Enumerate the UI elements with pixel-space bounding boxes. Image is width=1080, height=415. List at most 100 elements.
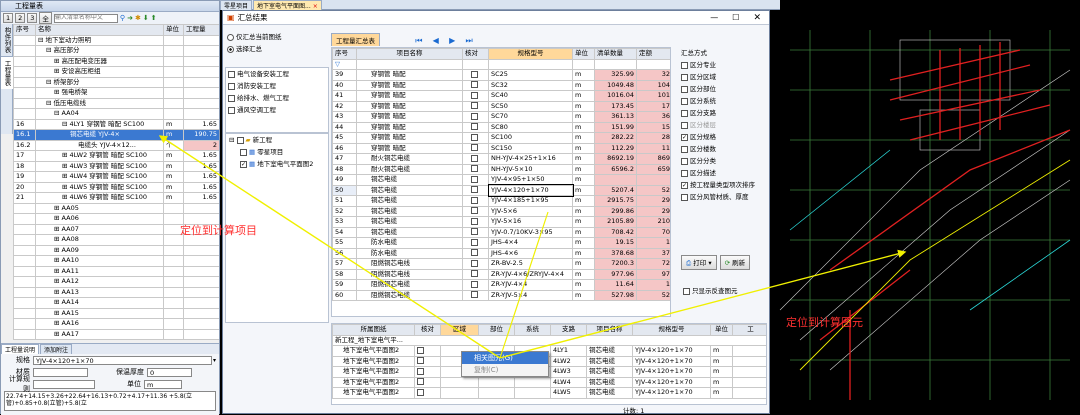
- tab-summary-table[interactable]: 工程量汇总表: [331, 33, 380, 46]
- checkbox[interactable]: [471, 144, 478, 152]
- table-row[interactable]: 40 穿钢管 暗配 SC32 m 1049.48 104: [332, 79, 670, 91]
- checkbox[interactable]: [471, 165, 478, 173]
- table-row[interactable]: ⊞ 强电桥架: [13, 87, 219, 99]
- table-row[interactable]: 57 阻燃铜芯电线 ZR-BV-2.5 m 7200.3 72: [332, 258, 670, 270]
- cell-check[interactable]: [462, 184, 489, 196]
- table-row[interactable]: ⊞ AA14: [13, 297, 219, 309]
- thickness-field[interactable]: 0: [147, 367, 192, 377]
- checkbox[interactable]: [240, 160, 247, 168]
- level-all-button[interactable]: 全: [39, 12, 52, 24]
- checkbox[interactable]: [681, 121, 688, 129]
- cell-check[interactable]: [462, 195, 489, 207]
- table-row[interactable]: ⊞ AA15: [13, 307, 219, 319]
- checkbox[interactable]: [417, 378, 424, 386]
- settings-icon[interactable]: ✱: [135, 14, 141, 22]
- checkbox[interactable]: [471, 112, 478, 120]
- detail-row[interactable]: 地下室电气平面图2 4LW3 铜芯电缆 YJV-4×120+1×70 m: [332, 366, 766, 378]
- checkbox[interactable]: [417, 346, 424, 354]
- detail-cell-check[interactable]: [414, 345, 441, 357]
- cell-check[interactable]: [462, 100, 489, 112]
- checkbox[interactable]: [471, 102, 478, 110]
- menu-item-related-elements[interactable]: 相关图元(G): [462, 352, 548, 364]
- checkbox[interactable]: [471, 186, 478, 194]
- table-row[interactable]: 45 穿钢管 暗配 SC100 m 282.22 28: [332, 132, 670, 144]
- checkbox[interactable]: [681, 193, 688, 201]
- table-row[interactable]: ⊞ AA12: [13, 276, 219, 288]
- level-2-button[interactable]: 2: [15, 13, 26, 23]
- table-row[interactable]: 20 ⊞ 4LW5 穿钢管 暗配 SC100 m 1.65: [13, 181, 219, 193]
- cell-check[interactable]: [462, 163, 489, 175]
- option-item[interactable]: 区分楼数: [681, 143, 767, 155]
- tree-root[interactable]: ⊟ ▰ 新工程: [226, 134, 328, 146]
- cell-check[interactable]: [462, 247, 489, 259]
- checkbox[interactable]: [681, 145, 688, 153]
- checkbox[interactable]: [471, 91, 478, 99]
- checkbox[interactable]: [471, 154, 478, 162]
- table-row[interactable]: ⊞ AA09: [13, 244, 219, 256]
- option-item[interactable]: 区分支路: [681, 107, 767, 119]
- checkbox[interactable]: [683, 287, 690, 295]
- option-item[interactable]: 区分部位: [681, 83, 767, 95]
- cell-check[interactable]: [462, 258, 489, 270]
- radio-selected[interactable]: 选择汇总: [227, 43, 327, 55]
- option-item[interactable]: 按工程量类型项次排序: [681, 179, 767, 191]
- table-row[interactable]: 58 阻燃铜芯电线 ZR-YJV-4×6/ZRYJV-4×4 m 977.96 97: [332, 268, 670, 280]
- tab-doc-0[interactable]: 零星项目: [220, 0, 253, 10]
- nav-prev-icon[interactable]: ◀: [433, 36, 439, 45]
- checkbox[interactable]: [681, 97, 688, 105]
- table-row[interactable]: 52 铜芯电缆 YJV-5×6 m 299.86 29: [332, 205, 670, 217]
- checkbox[interactable]: [681, 169, 688, 177]
- side-tab-quantity[interactable]: 工程量表: [1, 57, 13, 89]
- cell-check[interactable]: [462, 142, 489, 154]
- table-row[interactable]: ⊟ AA04: [13, 108, 219, 120]
- maximize-icon[interactable]: ☐: [732, 13, 739, 22]
- table-row[interactable]: 47 耐火铜芯电缆 NH-YJV-4×25+1×16 m 8692.19 869: [332, 153, 670, 165]
- detail-root-row[interactable]: 新工程_地下室电气平...: [332, 334, 766, 346]
- table-row[interactable]: ⊞ AA05: [13, 202, 219, 214]
- table-row[interactable]: 17 ⊞ 4LW2 穿钢管 暗配 SC100 m 1.65: [13, 150, 219, 162]
- cell-check[interactable]: [462, 268, 489, 280]
- table-row[interactable]: 41 穿钢管 暗配 SC40 m 1016.04 101: [332, 90, 670, 102]
- checkbox[interactable]: [681, 109, 688, 117]
- table-row[interactable]: 39 穿钢管 暗配 SC25 m 325.99 32: [332, 69, 670, 81]
- checkbox[interactable]: [471, 217, 478, 225]
- checkbox[interactable]: [681, 73, 688, 81]
- table-row[interactable]: 50 铜芯电缆 YJV-4×120+1×70 m 5207.4 52: [332, 184, 670, 197]
- checkbox[interactable]: [417, 367, 424, 375]
- menu-item-copy[interactable]: 复制(C): [462, 364, 548, 376]
- formula-textarea[interactable]: 22.74+14.15+3.26+22.64+16.13+0.72+4.17+1…: [4, 391, 216, 411]
- checkbox[interactable]: [471, 291, 478, 299]
- nav-next-icon[interactable]: ▶: [449, 36, 455, 45]
- checkbox[interactable]: [417, 388, 424, 396]
- checkbox[interactable]: [471, 280, 478, 288]
- minimize-icon[interactable]: —: [710, 13, 718, 22]
- category-item[interactable]: 通风空调工程: [226, 104, 328, 116]
- tab-quantity-desc[interactable]: 工程量说明: [1, 344, 40, 354]
- refresh-button[interactable]: ⟳ 刷新: [719, 255, 751, 270]
- search-input[interactable]: [53, 13, 118, 23]
- expand-icon[interactable]: ➜: [127, 14, 133, 22]
- checkbox[interactable]: [681, 61, 688, 69]
- cell-check[interactable]: [462, 79, 489, 91]
- category-item[interactable]: 电气设备安装工程: [226, 68, 328, 80]
- detail-cell-check[interactable]: [414, 376, 441, 388]
- checkbox[interactable]: [228, 82, 235, 90]
- table-row[interactable]: 46 穿钢管 暗配 SC150 m 112.29 11: [332, 142, 670, 154]
- option-item[interactable]: 区分描述: [681, 167, 767, 179]
- tree-item[interactable]: ▦ 零星项目: [226, 146, 328, 158]
- detail-row[interactable]: 地下室电气平面图2 4LW4 铜芯电缆 YJV-4×120+1×70 m: [332, 376, 766, 388]
- table-row[interactable]: 60 阻燃铜芯电缆 ZR-YJV-5×4 m 527.98 52: [332, 289, 670, 301]
- option-item[interactable]: 区分楼层: [681, 119, 767, 131]
- checkbox[interactable]: [228, 94, 235, 102]
- cell-check[interactable]: [462, 237, 489, 249]
- table-row[interactable]: 21 ⊞ 4LW6 穿钢管 暗配 SC100 m 1.65: [13, 192, 219, 204]
- table-row[interactable]: ⊟ 桥架部分: [13, 76, 219, 88]
- table-row[interactable]: ⊞ AA16: [13, 318, 219, 330]
- checkbox[interactable]: [681, 181, 688, 189]
- checkbox[interactable]: [471, 259, 478, 267]
- checkbox[interactable]: [681, 157, 688, 165]
- table-row[interactable]: 59 阻燃铜芯电缆 ZR-YJV-4×4 m 11.64 1: [332, 279, 670, 291]
- checkbox[interactable]: [240, 148, 247, 156]
- formula-mode-field[interactable]: [33, 379, 95, 389]
- checkbox[interactable]: [471, 238, 478, 246]
